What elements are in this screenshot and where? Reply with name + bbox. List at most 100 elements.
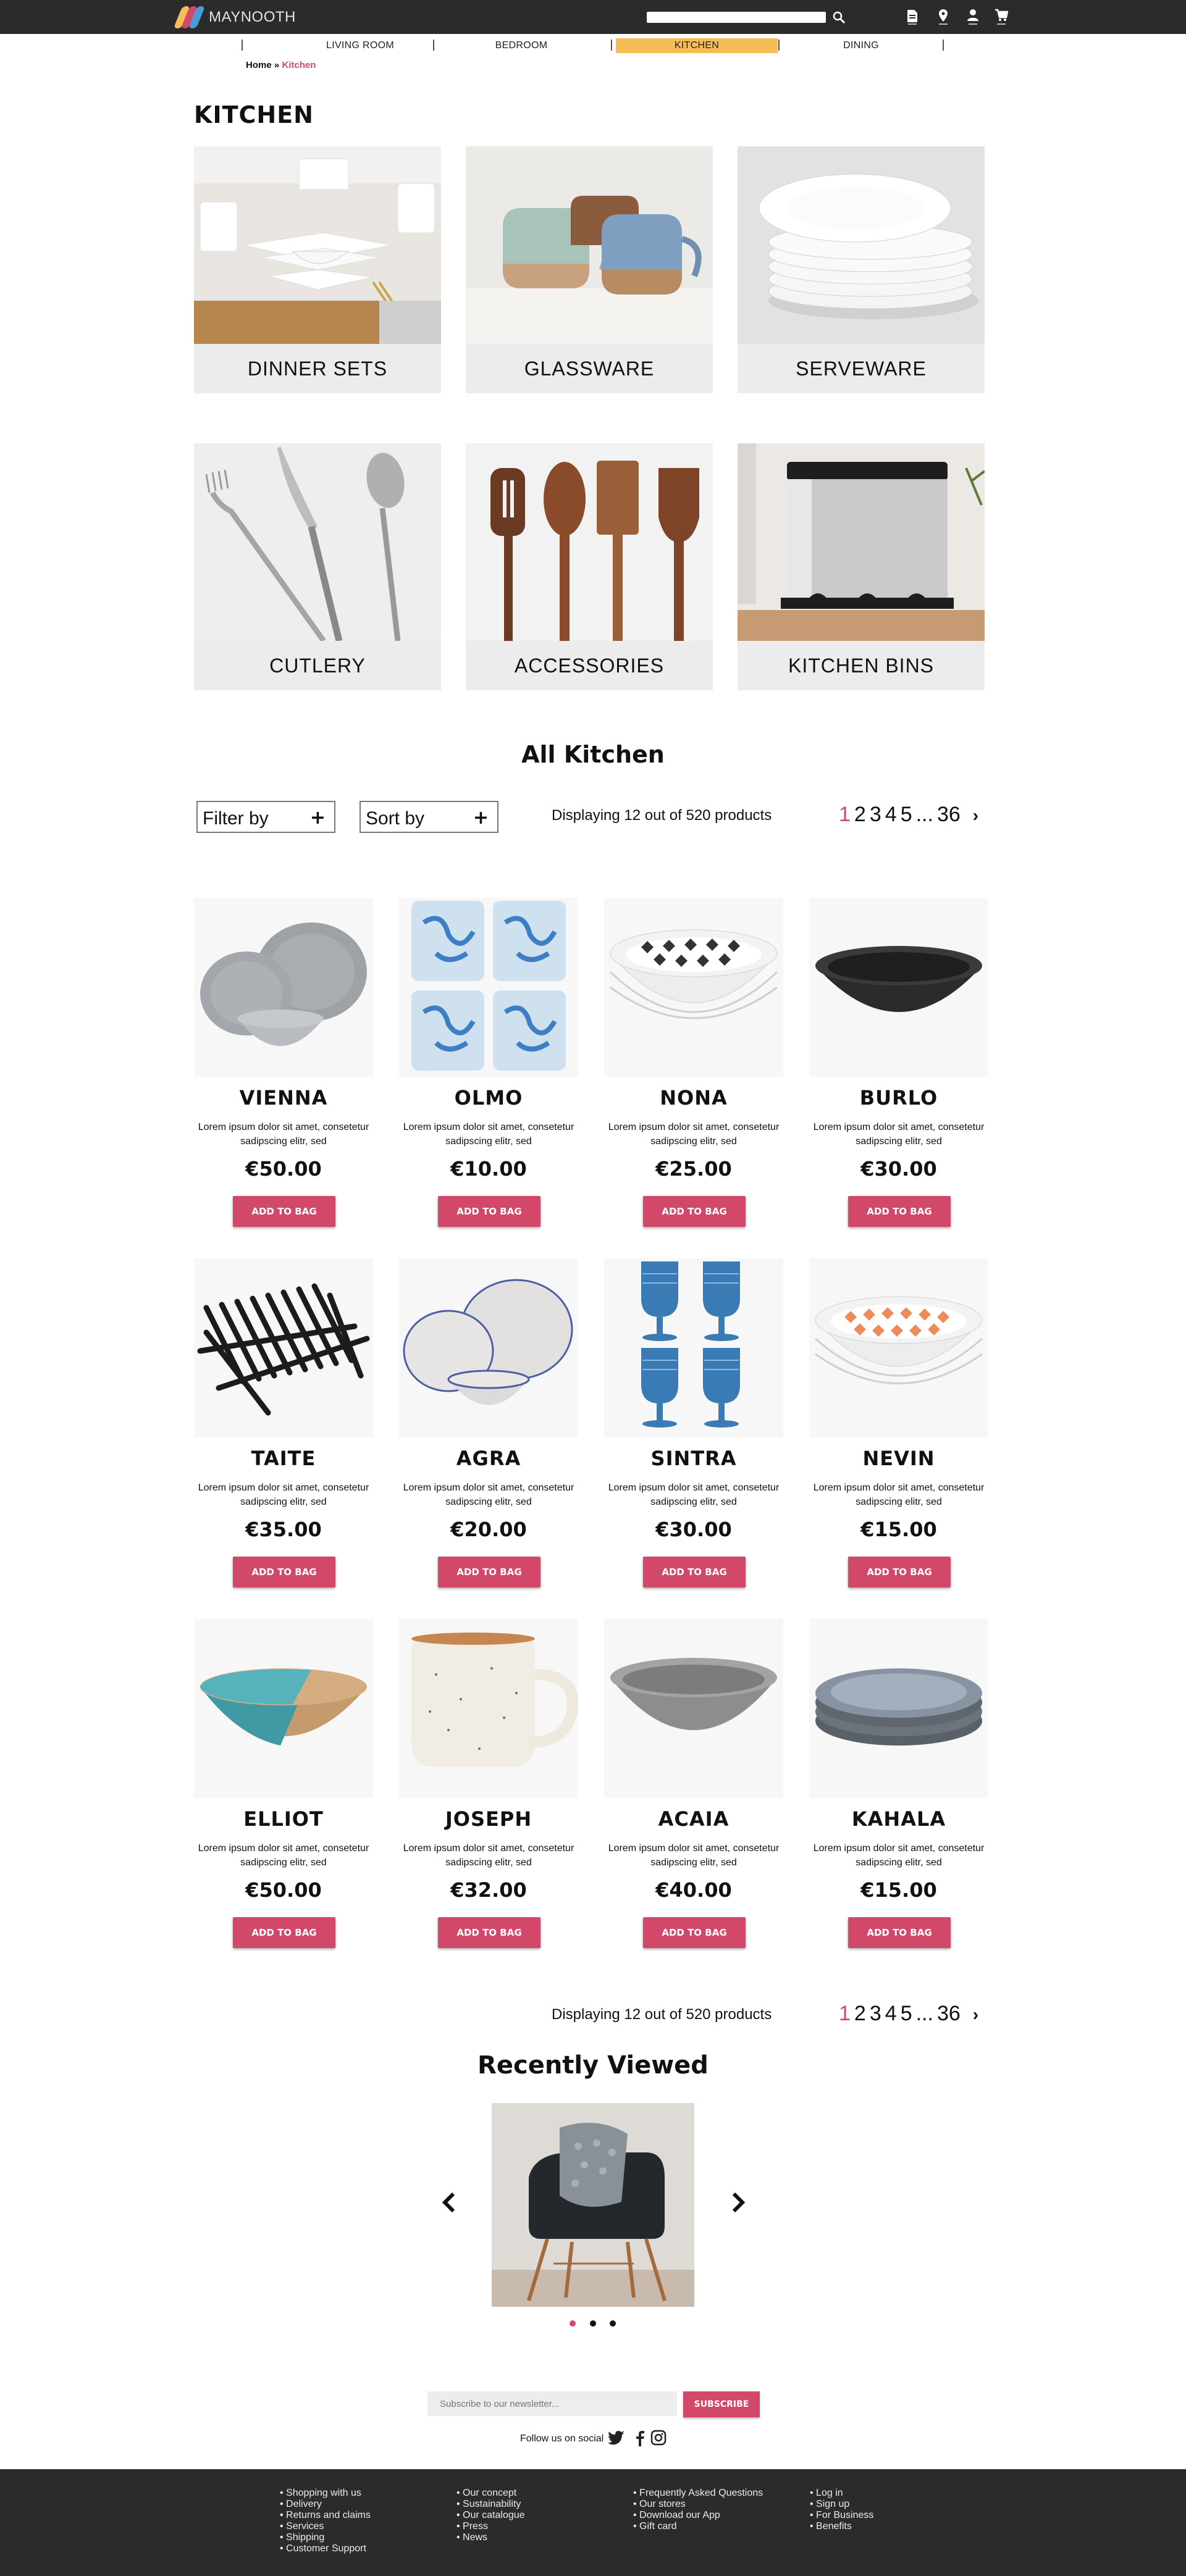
footer-link[interactable]: • Our stores [633,2499,763,2510]
recently-viewed-image[interactable] [492,2103,694,2307]
carousel-dot[interactable] [570,2320,576,2327]
category-serveware[interactable]: SERVEWARE [738,146,985,393]
cart-icon[interactable] [995,7,1009,26]
carousel-next-icon[interactable] [729,2190,747,2215]
add-to-bag-button[interactable]: ADD TO BAG [233,1917,335,1948]
nav-divider [242,40,243,51]
product-price: €30.00 [860,1157,937,1181]
page-link[interactable]: 3 [870,803,881,827]
nav-item-living-room[interactable]: LIVING ROOM [274,38,447,53]
product-image[interactable] [194,898,373,1077]
footer-link[interactable]: • Our concept [456,2488,525,2499]
page-link[interactable]: 1 [839,803,851,827]
footer-link[interactable]: • Returns and claims [280,2510,371,2521]
category-cutlery[interactable]: CUTLERY [194,443,441,690]
nav-divider [611,40,612,51]
nav-item-dining[interactable]: DINING [784,38,938,53]
footer-link[interactable]: • Shipping [280,2532,371,2543]
page-link[interactable]: 1 [839,2002,851,2026]
product-image[interactable] [604,898,783,1077]
add-to-bag-button[interactable]: ADD TO BAG [848,1917,951,1948]
page-link[interactable]: 5 [901,2002,912,2026]
subscribe-button[interactable]: SUBSCRIBE [683,2391,760,2417]
footer-link[interactable]: • Sign up [810,2499,873,2510]
product-description: Lorem ipsum dolor sit amet, consetetur s… [403,1482,574,1507]
add-to-bag-button[interactable]: ADD TO BAG [438,1917,540,1948]
add-to-bag-button[interactable]: ADD TO BAG [643,1557,746,1587]
footer-link[interactable]: • Sustainability [456,2499,525,2510]
footer-link[interactable]: • Services [280,2521,371,2532]
category-accessories[interactable]: ACCESSORIES [466,443,713,690]
location-icon[interactable] [936,7,950,26]
search-input[interactable] [647,12,826,23]
sort-dropdown[interactable]: Sort by + [360,801,498,833]
footer-link[interactable]: • Our catalogue [456,2510,525,2521]
user-icon[interactable] [966,7,980,26]
add-to-bag-button[interactable]: ADD TO BAG [848,1196,951,1227]
product-image[interactable] [809,898,988,1077]
plus-icon: + [309,807,326,829]
sort-label: Sort by [366,808,425,829]
add-to-bag-button[interactable]: ADD TO BAG [848,1557,951,1587]
breadcrumb-home[interactable]: Home [246,60,272,70]
page-link[interactable]: 5 [901,803,912,827]
footer-link[interactable]: • Download our App [633,2510,763,2521]
product-image[interactable] [399,1258,578,1437]
add-to-bag-button[interactable]: ADD TO BAG [233,1196,335,1227]
page-link[interactable]: 36 [937,2002,961,2026]
add-to-bag-button[interactable]: ADD TO BAG [438,1196,540,1227]
nav-item-bedroom[interactable]: BEDROOM [438,38,605,53]
document-icon[interactable] [906,7,919,26]
product-price: €35.00 [245,1518,322,1541]
page-link[interactable]: 4 [885,803,897,827]
follow-us-label: Follow us on social [520,2433,604,2444]
carousel-dot[interactable] [590,2320,596,2327]
add-to-bag-button[interactable]: ADD TO BAG [438,1557,540,1587]
filter-dropdown[interactable]: Filter by + [196,801,335,833]
product-image[interactable] [194,1258,373,1437]
page-link[interactable]: 2 [854,803,866,827]
product-image[interactable] [604,1619,783,1798]
carousel-prev-icon[interactable] [440,2190,458,2215]
newsletter-email-input[interactable] [427,2391,677,2416]
nav-item-kitchen[interactable]: KITCHEN [616,38,778,53]
footer-link[interactable]: • Delivery [280,2499,371,2510]
breadcrumb: Home » Kitchen [246,60,316,70]
product-image[interactable] [194,1619,373,1798]
next-page-icon[interactable]: › [973,806,978,826]
category-kitchen-bins[interactable]: KITCHEN BINS [738,443,985,690]
product-description: Lorem ipsum dolor sit amet, consetetur s… [403,1122,574,1147]
footer-link[interactable]: • Gift card [633,2521,763,2532]
product-image[interactable] [809,1619,988,1798]
footer-link[interactable]: • For Business [810,2510,873,2521]
page-link[interactable]: 4 [885,2002,897,2026]
category-dinner-sets[interactable]: DINNER SETS [194,146,441,393]
page-link[interactable]: 2 [854,2002,866,2026]
footer-link[interactable]: • Log in [810,2488,873,2499]
add-to-bag-button[interactable]: ADD TO BAG [643,1917,746,1948]
brand-logo[interactable]: MAYNOOTH [173,6,296,28]
facebook-icon[interactable] [631,2429,649,2446]
product-image[interactable] [604,1258,783,1437]
search-icon[interactable] [831,10,846,25]
footer-column-account: • Log in • Sign up • For Business • Bene… [810,2488,873,2532]
page-link[interactable]: 3 [870,2002,881,2026]
add-to-bag-button[interactable]: ADD TO BAG [643,1196,746,1227]
instagram-icon[interactable] [650,2429,667,2446]
footer-link[interactable]: • Frequently Asked Questions [633,2488,763,2499]
footer-link[interactable]: • Benefits [810,2521,873,2532]
twitter-icon[interactable] [607,2429,626,2446]
next-page-icon[interactable]: › [973,2005,978,2025]
product-image[interactable] [809,1258,988,1437]
footer-link[interactable]: • Press [456,2521,525,2532]
footer-link[interactable]: • News [456,2532,525,2543]
page-link[interactable]: 36 [937,803,961,827]
category-image [466,146,713,344]
category-glassware[interactable]: GLASSWARE [466,146,713,393]
product-image[interactable] [399,1619,578,1798]
product-image[interactable] [399,898,578,1077]
carousel-dot[interactable] [610,2320,616,2327]
add-to-bag-button[interactable]: ADD TO BAG [233,1557,335,1587]
footer-link[interactable]: • Shopping with us [280,2488,371,2499]
footer-link[interactable]: • Customer Support [280,2543,371,2554]
